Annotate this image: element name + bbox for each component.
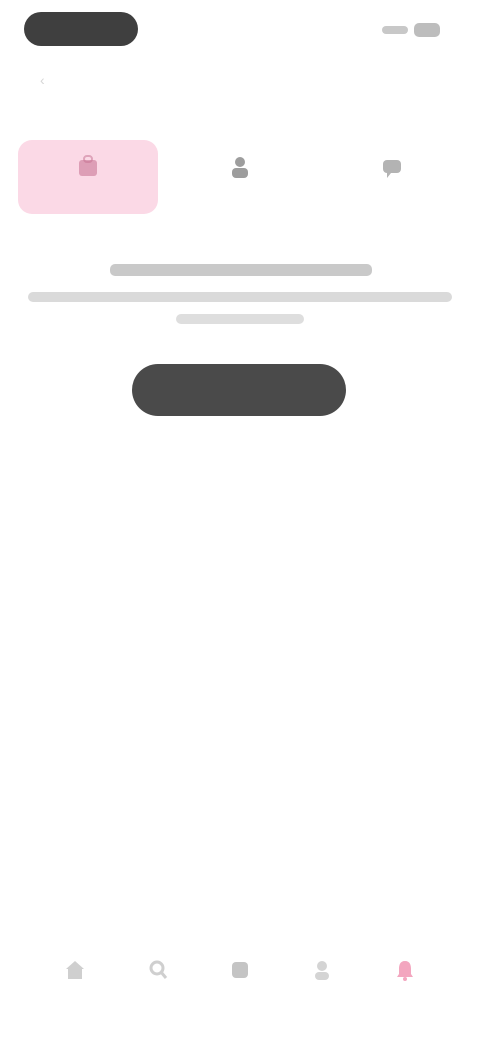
tab-people[interactable] [170,140,310,214]
person-icon [232,157,248,178]
tab-messages[interactable] [322,140,462,214]
nav-profile[interactable] [292,944,352,1014]
top-pill-button[interactable] [24,12,138,46]
add-icon [231,961,248,978]
nav-search[interactable] [128,944,188,1014]
notifications-icon [396,960,413,981]
tab-bar [18,138,462,216]
nav-home[interactable] [45,944,105,1014]
chat-icon [383,160,401,178]
profile-icon [315,960,330,980]
home-icon [66,960,85,979]
nav-notifications[interactable] [375,944,435,1014]
bottom-navigation [0,930,480,1040]
tab-orders[interactable] [18,140,158,214]
empty-state-title [110,264,372,276]
signal-icon [382,26,408,34]
bag-icon [79,155,97,176]
empty-state-body [28,292,452,302]
app-screen: ‹ [0,0,480,1040]
cta-button[interactable] [132,364,346,416]
search-icon [149,960,167,979]
nav-add[interactable] [210,944,270,1014]
status-icons [382,20,442,40]
back-icon[interactable]: ‹ [40,72,50,90]
empty-state-body-end [176,314,304,324]
battery-icon [414,23,440,37]
